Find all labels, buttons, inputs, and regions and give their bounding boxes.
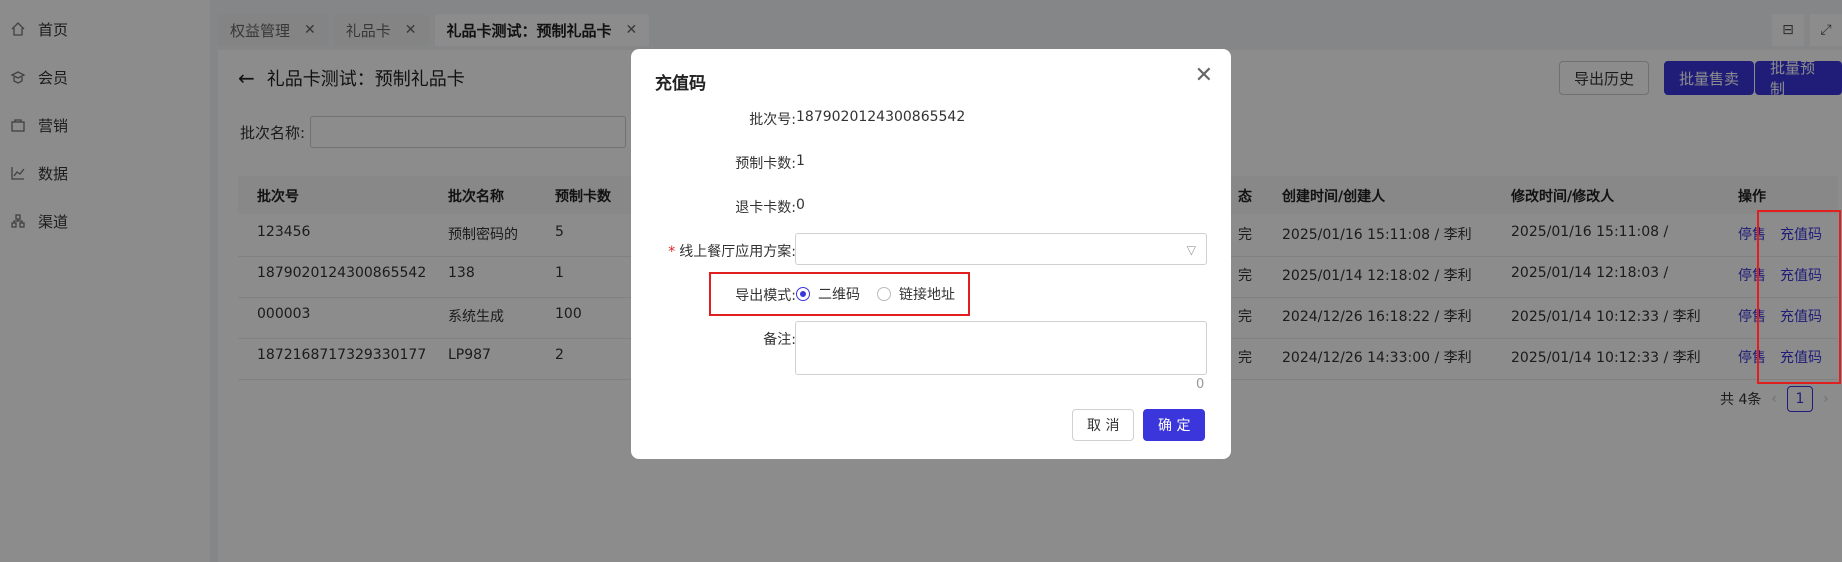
scheme-label-text: 线上餐厅应用方案: — [679, 244, 796, 260]
highlight-export-mode — [709, 272, 970, 316]
refund-count-label: 退卡卡数: — [735, 200, 796, 216]
scheme-label: * 线上餐厅应用方案: — [661, 241, 796, 261]
chevron-down-icon: ▽ — [1186, 243, 1196, 257]
cancel-button[interactable]: 取 消 — [1072, 409, 1135, 441]
recharge-code-modal: 充值码 ✕ 批次号: 1879020124300865542 预制卡数: 1 退… — [631, 49, 1231, 459]
modal-title: 充值码 — [655, 74, 706, 94]
batch-no-label: 批次号: — [749, 112, 796, 128]
refund-count-value: 0 — [796, 197, 805, 213]
prefab-count-value: 1 — [796, 153, 805, 169]
confirm-button[interactable]: 确 定 — [1143, 409, 1206, 441]
required-mark: * — [668, 244, 676, 260]
remark-char-count: 0 — [1196, 377, 1205, 392]
prefab-count-label: 预制卡数: — [735, 156, 796, 172]
remark-textarea[interactable] — [795, 321, 1207, 375]
remark-label: 备注: — [763, 332, 796, 348]
scheme-select[interactable]: ▽ — [795, 233, 1207, 265]
highlight-recharge-column — [1757, 210, 1841, 384]
batch-no-value: 1879020124300865542 — [796, 109, 966, 125]
close-icon[interactable]: ✕ — [1195, 63, 1213, 88]
